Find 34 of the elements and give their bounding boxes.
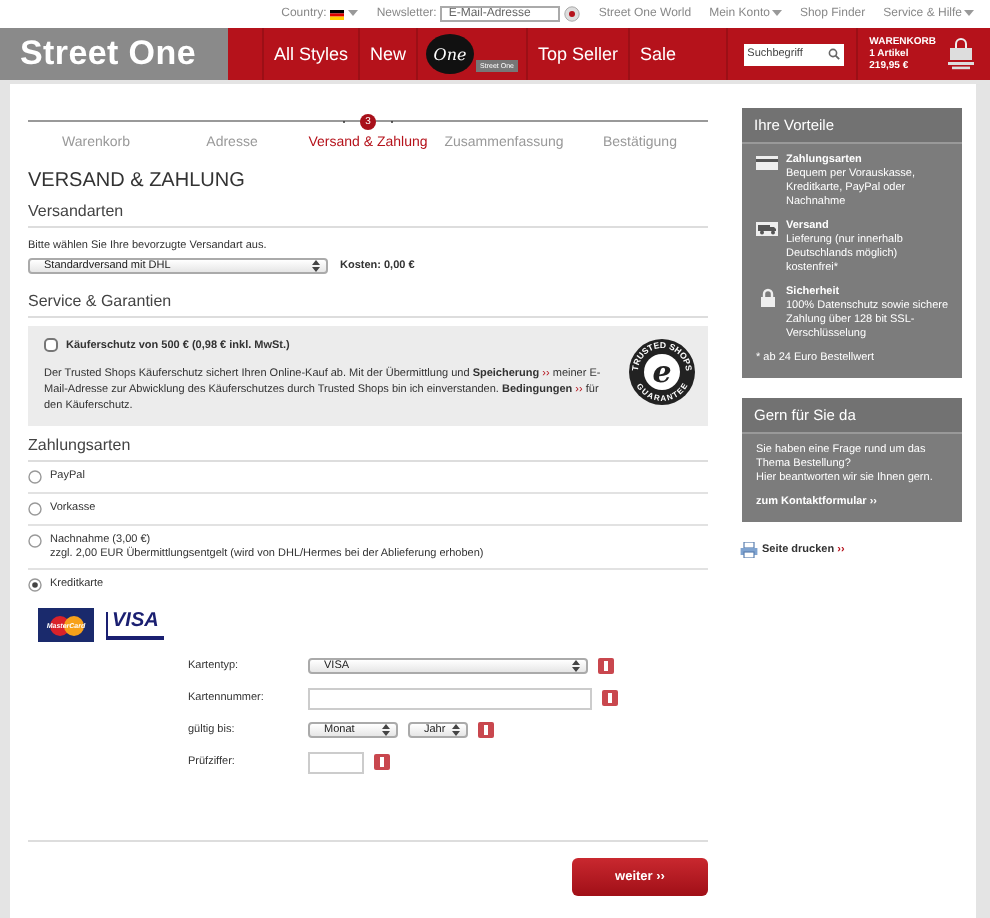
nav-link[interactable]: Sale [628, 28, 687, 80]
radio-button[interactable] [28, 534, 42, 548]
nav-link[interactable]: Top Seller [525, 28, 628, 80]
info-icon [478, 722, 494, 738]
submit-icon[interactable] [564, 6, 581, 22]
updown-icon [452, 724, 460, 736]
updown-icon [572, 660, 580, 672]
credit-card-icon [756, 156, 778, 170]
lock-icon [759, 288, 775, 308]
radio-button[interactable] [28, 502, 42, 516]
radio-button[interactable] [28, 470, 42, 484]
printer-icon [740, 542, 758, 558]
one-logo[interactable]: One [426, 34, 475, 74]
page-title: VERSAND & ZAHLUNG [28, 170, 247, 192]
radio-button[interactable] [28, 578, 42, 592]
info-icon [374, 754, 390, 770]
dropdown-caret-icon [771, 10, 782, 18]
shopping-bag-icon[interactable] [948, 38, 974, 70]
visa-logo: VISA [106, 611, 165, 639]
nav-link[interactable]: New [358, 28, 417, 80]
section-heading: Versandarten [28, 202, 708, 228]
nav-link[interactable]: All Styles [262, 28, 359, 80]
section-heading: Zahlungsarten [28, 436, 708, 462]
section-heading: Service & Garantien [28, 292, 708, 318]
input-field[interactable] [308, 751, 364, 773]
caret-icon [348, 10, 359, 18]
flag-icon[interactable] [330, 9, 345, 19]
checkbox[interactable] [44, 338, 58, 352]
updown-icon [312, 260, 320, 272]
truck-icon [756, 222, 778, 236]
input-field[interactable] [308, 687, 592, 709]
updown-icon [382, 724, 390, 736]
dropdown-caret-icon [964, 10, 974, 18]
search-icon[interactable] [827, 48, 840, 60]
